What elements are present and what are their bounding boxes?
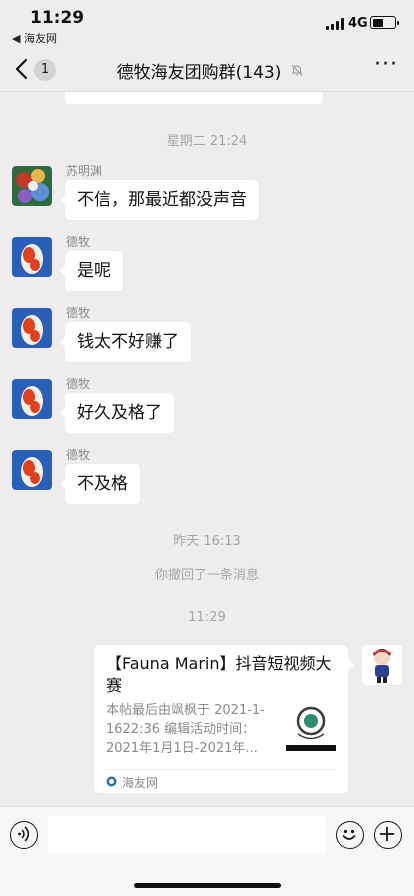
previous-message-bubble	[65, 92, 323, 104]
message-bubble[interactable]: 钱太不好赚了	[60, 322, 191, 362]
voice-input-button[interactable]	[10, 821, 38, 849]
timestamp: 星期二 21:24	[166, 134, 248, 149]
mute-bell-icon	[291, 64, 303, 76]
avatar-demu[interactable]	[12, 308, 52, 348]
message-bubble[interactable]: 好久及格了	[60, 393, 174, 433]
network-type: 4G	[348, 16, 368, 31]
plus-icon	[379, 826, 395, 842]
card-divider	[106, 769, 336, 770]
emoji-button[interactable]	[336, 821, 364, 849]
emoji-icon	[342, 830, 356, 841]
status-bar: 11:29 ◀ 海友网 4G	[0, 0, 414, 46]
sender-name: 德牧	[66, 235, 91, 249]
avatar-su-mingyuan[interactable]	[12, 166, 52, 206]
timestamp: 11:29	[188, 610, 226, 625]
voice-icon	[18, 827, 30, 842]
home-indicator	[134, 883, 281, 888]
battery-level	[372, 18, 383, 27]
chat-title: 德牧海友团购群(143)	[116, 63, 282, 83]
message-bubble[interactable]: 不信，那最近都没声音	[60, 180, 259, 220]
sender-name: 德牧	[66, 377, 91, 391]
avatar-demu[interactable]	[12, 237, 52, 277]
message-bubble[interactable]: 是呢	[60, 251, 123, 291]
avatar-demu[interactable]	[12, 450, 52, 490]
nav-bar: 1 德牧海友团购群(143) ···	[0, 46, 414, 92]
battery-icon	[370, 16, 399, 29]
sender-name: 苏明渊	[66, 164, 103, 178]
recall-notice: 你撤回了一条消息	[154, 568, 259, 583]
timestamp: 昨天 16:13	[173, 534, 241, 549]
message-bubble[interactable]: 不及格	[60, 464, 140, 504]
site-logo-icon	[106, 776, 117, 787]
chat-area[interactable]: 星期二 21:24 苏明渊 不信，那最近都没声音 德牧 是呢 德牧 钱太不好赚了…	[0, 92, 414, 806]
avatar-self[interactable]	[362, 645, 402, 685]
more-options-button[interactable]: ···	[374, 54, 398, 78]
input-bar	[0, 806, 414, 896]
link-card-description: 本帖最后由飒枫于 2021-1-1622:36 编辑活动时间：2021年1月1日…	[106, 703, 265, 756]
status-time: 11:29	[30, 8, 85, 28]
link-card-message[interactable]: 【Fauna Marin】抖音短视频大赛 本帖最后由飒枫于 2021-1-162…	[94, 645, 354, 793]
avatar-demu[interactable]	[12, 379, 52, 419]
sender-name: 德牧	[66, 448, 91, 462]
more-functions-button[interactable]	[374, 821, 402, 849]
link-card-thumbnail	[284, 699, 338, 753]
signal-icon	[326, 18, 346, 30]
message-input[interactable]	[48, 816, 326, 854]
sender-name: 德牧	[66, 306, 91, 320]
unread-count-badge[interactable]: 1	[34, 59, 56, 81]
back-to-app-link[interactable]: ◀ 海友网	[12, 30, 57, 46]
back-arrow-icon[interactable]	[14, 58, 30, 80]
link-card-title: 【Fauna Marin】抖音短视频大赛	[106, 654, 332, 695]
link-card-source: 海友网	[122, 776, 159, 790]
